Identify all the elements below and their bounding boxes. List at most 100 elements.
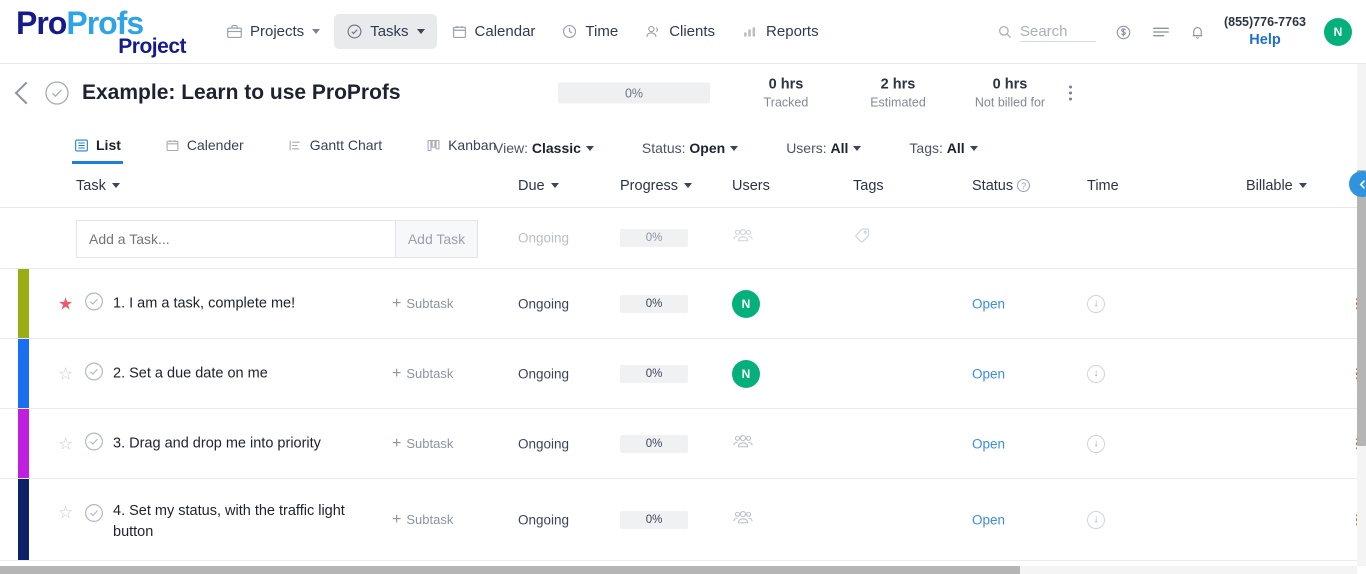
filter-users-name: Users <box>786 140 823 156</box>
tab-list[interactable]: List <box>72 137 123 164</box>
row-due-value[interactable]: Ongoing <box>518 296 569 311</box>
add-task-button[interactable]: Add Task <box>395 221 477 257</box>
help-link-label: Help <box>1249 31 1281 48</box>
row-status-link[interactable]: Open <box>972 436 1005 451</box>
vertical-scrollbar[interactable] <box>1357 64 1366 566</box>
row-add-subtask-button[interactable]: + Subtask <box>392 365 454 382</box>
dollar-circle-icon[interactable] <box>1114 23 1133 42</box>
bar-chart-icon <box>741 23 759 40</box>
filter-tags[interactable]: Tags: All <box>909 140 978 156</box>
vertical-scrollbar-thumb[interactable] <box>1357 170 1366 446</box>
view-tabs-bar: List Calender Gantt Chart Kanban View: C… <box>0 122 1366 164</box>
add-row-tags-cell[interactable] <box>853 227 871 250</box>
tab-calender[interactable]: Calender <box>163 137 246 164</box>
avatar[interactable]: N <box>1324 18 1352 46</box>
row-due-value[interactable]: Ongoing <box>518 512 569 527</box>
horizontal-scrollbar[interactable] <box>0 566 1357 574</box>
row-add-subtask-label: Subtask <box>406 366 454 381</box>
add-row-users-cell[interactable] <box>732 228 754 249</box>
tab-gantt-chart[interactable]: Gantt Chart <box>286 137 384 164</box>
column-header-due[interactable]: Due <box>518 178 559 194</box>
search-placeholder-text: Search <box>1019 23 1096 42</box>
row-priority-bar[interactable] <box>18 339 29 408</box>
nav-item-tasks[interactable]: Tasks <box>334 14 437 49</box>
row-progress[interactable]: 0% <box>620 510 688 529</box>
row-task-title[interactable]: 3. Drag and drop me into priority <box>113 433 321 454</box>
table-row[interactable]: ★ 1. I am a task, complete me! + Subtask… <box>0 269 1366 339</box>
table-row[interactable]: ☆ 2. Set a due date on me + Subtask Ongo… <box>0 339 1366 409</box>
row-progress[interactable]: 0% <box>620 294 688 313</box>
table-row[interactable]: ☆ 4. Set my status, with the traffic lig… <box>0 479 1366 561</box>
row-user-avatar-cell[interactable]: N <box>732 359 760 388</box>
column-header-time-label: Time <box>1087 177 1119 194</box>
row-star-icon[interactable]: ☆ <box>58 365 73 382</box>
column-header-billable[interactable]: Billable <box>1246 178 1307 194</box>
row-due-value[interactable]: Ongoing <box>518 366 569 381</box>
time-log-icon: ↓ <box>1087 364 1105 383</box>
filter-users[interactable]: Users: All <box>786 140 862 156</box>
hamburger-icon[interactable] <box>1151 24 1171 40</box>
nav-item-reports[interactable]: Reports <box>729 14 831 49</box>
back-chevron-icon[interactable] <box>14 81 38 105</box>
time-log-icon: ↓ <box>1087 434 1105 453</box>
row-complete-check-icon[interactable] <box>84 431 104 456</box>
row-user-avatar-cell[interactable] <box>732 509 754 530</box>
row-progress[interactable]: 0% <box>620 434 688 453</box>
filter-view[interactable]: View: Classic <box>494 140 594 156</box>
row-user-avatar-cell[interactable] <box>732 433 754 454</box>
row-add-subtask-button[interactable]: + Subtask <box>392 511 453 528</box>
nav-item-clients[interactable]: Clients <box>632 14 727 49</box>
nav-item-calendar[interactable]: Calendar <box>439 14 548 49</box>
row-time-log-cell[interactable]: ↓ <box>1087 294 1105 313</box>
row-add-subtask-button[interactable]: + Subtask <box>392 295 453 312</box>
chevron-left-circle-icon[interactable] <box>1349 171 1366 197</box>
row-status-link[interactable]: Open <box>972 366 1005 381</box>
row-time-log-cell[interactable]: ↓ <box>1087 510 1105 529</box>
nav-item-time[interactable]: Time <box>549 14 630 49</box>
bell-icon[interactable] <box>1189 23 1206 41</box>
row-due-value[interactable]: Ongoing <box>518 436 569 451</box>
row-status-link[interactable]: Open <box>972 296 1005 311</box>
proprofs-logo[interactable]: ProProfs Project <box>16 7 187 57</box>
help-question-icon[interactable]: ? <box>1017 179 1031 192</box>
nav-item-projects[interactable]: Projects <box>214 14 332 49</box>
row-status-link[interactable]: Open <box>972 512 1005 527</box>
row-user-avatar-cell[interactable]: N <box>732 289 760 318</box>
row-complete-check-icon[interactable] <box>84 503 104 528</box>
row-priority-bar[interactable] <box>18 269 29 338</box>
row-priority-bar[interactable] <box>18 409 29 478</box>
row-time-log-cell[interactable]: ↓ <box>1087 434 1105 453</box>
row-task-title[interactable]: 1. I am a task, complete me! <box>113 293 295 314</box>
row-star-icon[interactable]: ☆ <box>58 435 73 452</box>
help-contact-block[interactable]: (855)776-7763 Help <box>1224 15 1306 49</box>
avatar[interactable]: N <box>732 289 760 318</box>
column-header-tags-label: Tags <box>853 177 884 194</box>
horizontal-scrollbar-thumb[interactable] <box>0 566 1020 574</box>
column-header-task[interactable]: Task <box>76 178 120 194</box>
row-progress[interactable]: 0% <box>620 364 688 383</box>
row-task-title[interactable]: 4. Set my status, with the traffic light… <box>113 501 368 543</box>
row-star-icon[interactable]: ☆ <box>58 504 73 521</box>
row-priority-bar[interactable] <box>18 479 29 560</box>
row-complete-check-icon[interactable] <box>84 361 104 386</box>
column-header-progress[interactable]: Progress <box>620 178 693 194</box>
avatar[interactable]: N <box>732 359 760 388</box>
project-progress-label: 0% <box>624 86 644 100</box>
filter-status[interactable]: Status: Open <box>642 140 739 156</box>
project-more-menu-icon[interactable] <box>1062 85 1078 101</box>
nav-item-reports-label: Reports <box>766 23 819 40</box>
tab-kanban[interactable]: Kanban <box>424 137 498 164</box>
table-row[interactable]: ☆ 3. Drag and drop me into priority + Su… <box>0 409 1366 479</box>
calendar-icon <box>451 23 468 40</box>
project-status-check-icon[interactable] <box>44 80 70 106</box>
add-task-input-group: Add Task <box>76 220 478 258</box>
row-add-subtask-button[interactable]: + Subtask <box>392 435 453 452</box>
column-header-billable-label: Billable <box>1246 177 1293 194</box>
row-task-title[interactable]: 2. Set a due date on me <box>113 363 268 384</box>
row-complete-check-icon[interactable] <box>84 291 104 316</box>
add-task-input[interactable] <box>77 221 395 257</box>
row-time-log-cell[interactable]: ↓ <box>1087 364 1105 383</box>
row-star-icon[interactable]: ★ <box>58 295 73 312</box>
stat-estimated-value: 2 hrs <box>880 76 916 93</box>
search-input[interactable]: Search <box>997 23 1096 42</box>
